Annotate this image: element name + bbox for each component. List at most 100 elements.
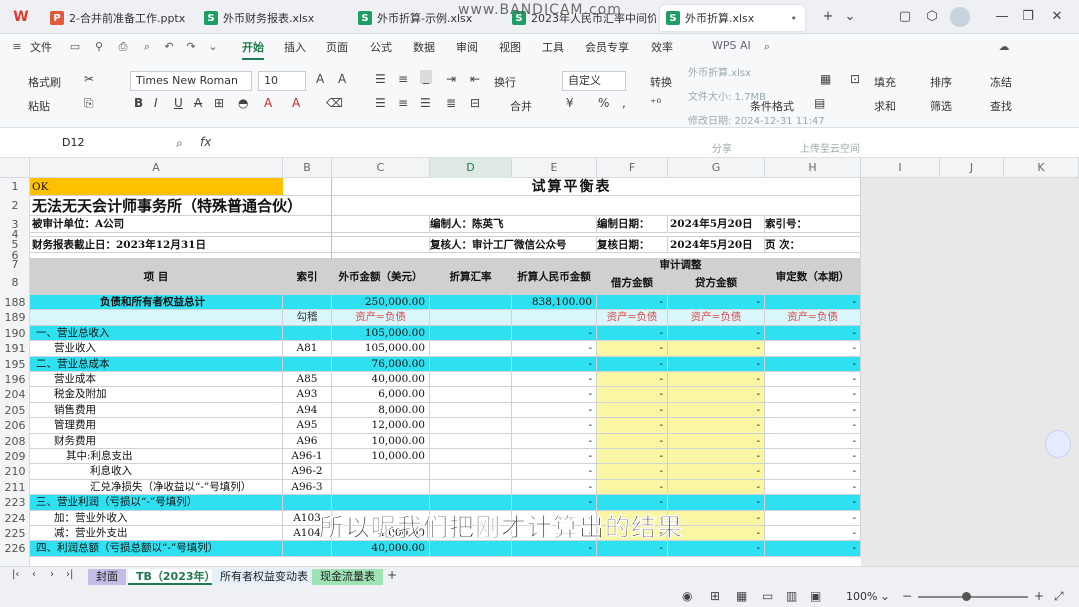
search-icon[interactable]: ⌕ <box>760 40 774 54</box>
row-rate[interactable] <box>430 356 512 372</box>
column-header[interactable]: D <box>430 158 512 178</box>
column-header[interactable]: A <box>30 158 283 178</box>
row-index[interactable]: 勾稽 <box>283 310 332 326</box>
row-fc-amount[interactable]: 40,000.00 <box>332 372 430 388</box>
row-header[interactable]: 208 <box>0 434 30 449</box>
row-rmb-amount[interactable]: - <box>512 479 597 496</box>
row-rate[interactable] <box>430 418 512 434</box>
row-fc-amount[interactable]: 6,000.00 <box>332 387 430 403</box>
strikethrough-icon[interactable]: A <box>194 96 202 110</box>
row-debit[interactable]: - <box>597 325 668 342</box>
wrap-text-button[interactable]: 换行 <box>494 74 516 90</box>
justify-icon[interactable]: ≣ <box>446 96 456 110</box>
zoom-out-icon[interactable]: − <box>902 589 912 603</box>
align-right-icon[interactable]: ☰ <box>420 96 431 110</box>
row-rate[interactable] <box>430 464 512 480</box>
redo-icon[interactable]: ↷ <box>184 40 198 54</box>
row-index[interactable] <box>283 295 332 311</box>
row-item[interactable]: 利息收入 <box>30 464 283 480</box>
conditional-format-button[interactable]: 条件格式 <box>750 98 794 114</box>
row-fc-amount[interactable] <box>332 479 430 496</box>
clear-icon[interactable]: ⌫ <box>326 96 343 110</box>
find-button[interactable]: 查找 <box>990 98 1012 114</box>
thousands-icon[interactable]: , <box>622 96 626 110</box>
row-debit[interactable]: - <box>597 387 668 403</box>
row-header[interactable]: 210 <box>0 464 30 479</box>
row-debit[interactable]: - <box>597 433 668 449</box>
row-item[interactable]: 销售费用 <box>30 402 283 419</box>
row-rate[interactable] <box>430 402 512 419</box>
row-final[interactable]: - <box>765 541 861 557</box>
header-fc[interactable]: 外币金额（美元） <box>332 259 430 295</box>
sum-button[interactable]: 求和 <box>874 98 896 114</box>
row-fc-amount[interactable]: 250,000.00 <box>332 295 430 311</box>
row-item[interactable]: 营业收入 <box>30 341 283 357</box>
row-final[interactable]: - <box>765 387 861 403</box>
row-fc-amount[interactable]: 105,000.00 <box>332 341 430 357</box>
fullscreen-icon[interactable]: ⤢ <box>1054 589 1064 604</box>
wps-logo-icon[interactable]: W <box>12 8 30 26</box>
row-header[interactable]: 195 <box>0 357 30 372</box>
merge-button[interactable]: 合并 <box>510 98 532 114</box>
row-header[interactable]: 2 <box>0 196 30 216</box>
row-final[interactable]: - <box>765 510 861 526</box>
row-item[interactable]: 二、营业总成本 <box>30 356 283 372</box>
row-index[interactable]: A85 <box>283 372 332 388</box>
row-item[interactable]: 四、利润总额（亏损总额以“-”号填列） <box>30 541 283 557</box>
row-credit[interactable]: - <box>668 479 765 496</box>
chevron-down-icon[interactable]: ⌄ <box>206 40 220 54</box>
row-item[interactable]: 减：营业外支出 <box>30 526 283 542</box>
firm-name[interactable]: 无法无天会计师事务所（特殊普通合伙） <box>30 196 861 216</box>
shrink-font-icon[interactable]: A <box>338 72 346 86</box>
index-no-cell[interactable]: 索引号： <box>765 216 861 233</box>
row-final[interactable]: - <box>765 341 861 357</box>
row-index[interactable]: A93 <box>283 387 332 403</box>
row-fc-amount[interactable]: 10,000.00 <box>332 449 430 465</box>
row-rate[interactable] <box>430 372 512 388</box>
row-final[interactable]: 资产=负债 <box>765 310 861 326</box>
column-header[interactable]: C <box>332 158 430 178</box>
row-rate[interactable] <box>430 387 512 403</box>
row-debit[interactable]: - <box>597 402 668 419</box>
row-header[interactable]: 204 <box>0 387 30 402</box>
row-header[interactable]: 223 <box>0 495 30 510</box>
font-color-alt-icon[interactable]: A <box>292 96 300 110</box>
zoom-in-icon[interactable]: + <box>1034 589 1044 603</box>
row-header[interactable]: 190 <box>0 326 30 341</box>
header-adjustment[interactable]: 审计调整 <box>597 259 765 271</box>
row-rmb-amount[interactable]: - <box>512 449 597 465</box>
header-debit[interactable]: 借方金额 <box>597 271 668 295</box>
row-credit[interactable]: - <box>668 433 765 449</box>
format-painter-button[interactable]: 格式刷 <box>28 74 61 90</box>
row-fc-amount[interactable]: 105,000.00 <box>332 325 430 342</box>
row-header[interactable]: 7 <box>0 259 30 271</box>
align-bottom-icon[interactable]: _ <box>420 70 432 84</box>
indent-icon[interactable]: ⇥ <box>446 72 456 86</box>
zoom-slider-thumb[interactable] <box>962 592 971 601</box>
align-middle-icon[interactable]: ≡ <box>398 72 408 86</box>
align-top-icon[interactable]: ☰ <box>375 72 386 86</box>
row-rmb-amount[interactable]: - <box>512 356 597 372</box>
row-item[interactable]: 管理费用 <box>30 418 283 434</box>
row-rmb-amount[interactable]: - <box>512 433 597 449</box>
row-rate[interactable] <box>430 310 512 326</box>
font-size-select[interactable]: 10 <box>258 71 306 91</box>
eye-icon[interactable]: ◉ <box>682 589 692 603</box>
cloud-icon[interactable]: ☁ <box>997 40 1011 54</box>
minimize-icon[interactable]: — <box>992 7 1012 27</box>
menu-page[interactable]: 页面 <box>326 39 348 55</box>
review-date[interactable]: 2024年5月20日 <box>668 237 765 253</box>
row-index[interactable]: A96-3 <box>283 479 332 496</box>
fx-icon[interactable]: fx <box>200 135 211 149</box>
font-color-icon[interactable]: A <box>264 96 272 110</box>
row-index[interactable] <box>283 325 332 342</box>
row-credit[interactable]: 资产=负债 <box>668 310 765 326</box>
convert-button[interactable]: 转换 <box>650 74 672 90</box>
link-icon[interactable]: ⚲ <box>92 40 106 54</box>
menu-member[interactable]: 会员专享 <box>585 39 629 55</box>
row-credit[interactable]: - <box>668 464 765 480</box>
auditee-cell[interactable]: 被审计单位：A公司 <box>30 216 430 233</box>
row-header[interactable]: 1 <box>0 178 30 196</box>
row-header[interactable]: 205 <box>0 403 30 418</box>
row-index[interactable] <box>283 356 332 372</box>
